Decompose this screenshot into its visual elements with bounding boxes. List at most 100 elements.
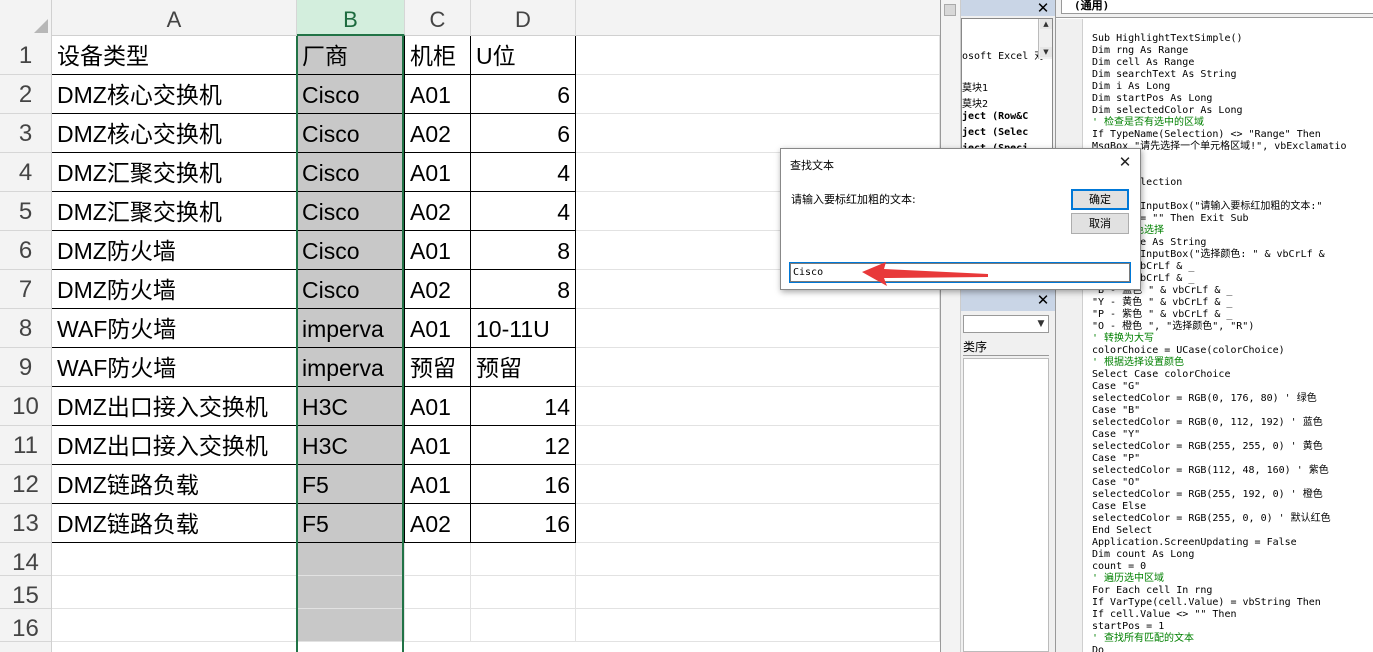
header-cell-a[interactable]: 设备类型: [52, 36, 297, 75]
close-icon[interactable]: ✕: [1116, 153, 1134, 171]
empty-cell[interactable]: [576, 504, 940, 543]
table-cell-b[interactable]: Cisco: [297, 192, 405, 231]
table-cell-d[interactable]: 预留: [471, 348, 576, 387]
row-header-7[interactable]: 7: [0, 270, 51, 309]
row-header-16[interactable]: 16: [0, 609, 51, 642]
empty-cell[interactable]: [405, 543, 471, 576]
row-header-14[interactable]: 14: [0, 543, 51, 576]
row-header-6[interactable]: 6: [0, 231, 51, 270]
search-text-input[interactable]: Cisco: [789, 262, 1131, 283]
column-header-c[interactable]: C: [405, 0, 471, 36]
tree-item-module1[interactable]: 莫块1: [962, 79, 988, 94]
scroll-up-icon[interactable]: ▲: [1040, 19, 1052, 29]
row-header-9[interactable]: 9: [0, 348, 51, 387]
chevron-down-icon[interactable]: ▼: [1034, 316, 1048, 332]
table-cell-d[interactable]: 14: [471, 387, 576, 426]
empty-cell[interactable]: [297, 609, 405, 642]
table-cell-a[interactable]: DMZ链路负载: [52, 465, 297, 504]
select-all-corner[interactable]: [0, 0, 52, 36]
table-cell-a[interactable]: DMZ防火墙: [52, 270, 297, 309]
properties-tab[interactable]: 类序: [963, 338, 1049, 356]
header-cell-d[interactable]: U位: [471, 36, 576, 75]
table-cell-a[interactable]: DMZ核心交换机: [52, 75, 297, 114]
empty-cell[interactable]: [52, 609, 297, 642]
empty-cell[interactable]: [576, 348, 940, 387]
row-header-12[interactable]: 12: [0, 465, 51, 504]
table-cell-c[interactable]: A01: [405, 75, 471, 114]
column-header-a[interactable]: A: [52, 0, 297, 36]
table-cell-c[interactable]: A02: [405, 114, 471, 153]
ok-button[interactable]: 确定: [1071, 189, 1129, 210]
empty-cell[interactable]: [576, 576, 940, 609]
table-cell-c[interactable]: A02: [405, 192, 471, 231]
table-cell-d[interactable]: 6: [471, 114, 576, 153]
empty-cell[interactable]: [471, 609, 576, 642]
table-cell-d[interactable]: 4: [471, 192, 576, 231]
column-header-e[interactable]: [576, 0, 940, 36]
table-cell-b[interactable]: Cisco: [297, 231, 405, 270]
table-cell-d[interactable]: 10-11U: [471, 309, 576, 348]
empty-cell[interactable]: [297, 576, 405, 609]
empty-cell[interactable]: [576, 426, 940, 465]
empty-cell[interactable]: [405, 576, 471, 609]
row-header-8[interactable]: 8: [0, 309, 51, 348]
table-cell-b[interactable]: Cisco: [297, 114, 405, 153]
empty-cell[interactable]: [576, 309, 940, 348]
row-header-2[interactable]: 2: [0, 75, 51, 114]
table-cell-d[interactable]: 6: [471, 75, 576, 114]
table-cell-a[interactable]: DMZ防火墙: [52, 231, 297, 270]
table-cell-a[interactable]: DMZ链路负载: [52, 504, 297, 543]
tree-scrollbar[interactable]: ▲ ▼: [1038, 19, 1052, 59]
empty-cell[interactable]: [297, 543, 405, 576]
properties-object-combo[interactable]: ▼: [963, 315, 1049, 333]
scrollbar-thumb[interactable]: [944, 4, 956, 16]
table-cell-d[interactable]: 16: [471, 465, 576, 504]
empty-cell[interactable]: [576, 75, 940, 114]
table-cell-b[interactable]: Cisco: [297, 153, 405, 192]
tree-item-module2[interactable]: 莫块2: [962, 95, 988, 110]
project-close-icon[interactable]: ✕: [1034, 0, 1052, 16]
row-header-4[interactable]: 4: [0, 153, 51, 192]
header-cell-b[interactable]: 厂商: [297, 36, 405, 75]
table-cell-b[interactable]: F5: [297, 465, 405, 504]
tree-item-object[interactable]: ject (Row&C: [962, 111, 1028, 122]
empty-cell[interactable]: [576, 609, 940, 642]
table-cell-d[interactable]: 12: [471, 426, 576, 465]
cancel-button[interactable]: 取消: [1071, 213, 1129, 234]
table-cell-c[interactable]: A02: [405, 270, 471, 309]
table-cell-d[interactable]: 4: [471, 153, 576, 192]
table-cell-c[interactable]: A01: [405, 465, 471, 504]
row-header-5[interactable]: 5: [0, 192, 51, 231]
procedure-combo[interactable]: (通用): [1061, 0, 1373, 14]
table-cell-a[interactable]: DMZ汇聚交换机: [52, 153, 297, 192]
row-header-15[interactable]: 15: [0, 576, 51, 609]
table-cell-b[interactable]: Cisco: [297, 270, 405, 309]
tree-item-object[interactable]: ject (Selec: [962, 127, 1028, 138]
table-cell-c[interactable]: A01: [405, 387, 471, 426]
empty-cell[interactable]: [576, 543, 940, 576]
table-cell-c[interactable]: A02: [405, 504, 471, 543]
table-cell-a[interactable]: DMZ汇聚交换机: [52, 192, 297, 231]
table-cell-b[interactable]: imperva: [297, 309, 405, 348]
column-header-b[interactable]: B: [297, 0, 405, 36]
tree-item[interactable]: osoft Excel 对: [962, 47, 1044, 62]
empty-cell[interactable]: [52, 576, 297, 609]
empty-cell[interactable]: [471, 576, 576, 609]
table-cell-a[interactable]: DMZ出口接入交换机: [52, 426, 297, 465]
table-cell-a[interactable]: WAF防火墙: [52, 348, 297, 387]
empty-cell[interactable]: [576, 387, 940, 426]
empty-cell[interactable]: [576, 465, 940, 504]
row-header-13[interactable]: 13: [0, 504, 51, 543]
table-cell-b[interactable]: Cisco: [297, 75, 405, 114]
empty-cell[interactable]: [576, 36, 940, 75]
table-cell-c[interactable]: A01: [405, 153, 471, 192]
empty-cell[interactable]: [52, 543, 297, 576]
table-cell-a[interactable]: DMZ出口接入交换机: [52, 387, 297, 426]
table-cell-b[interactable]: H3C: [297, 387, 405, 426]
empty-cell[interactable]: [471, 543, 576, 576]
empty-cell[interactable]: [405, 609, 471, 642]
table-cell-d[interactable]: 8: [471, 270, 576, 309]
header-cell-c[interactable]: 机柜: [405, 36, 471, 75]
column-header-d[interactable]: D: [471, 0, 576, 36]
table-cell-d[interactable]: 8: [471, 231, 576, 270]
